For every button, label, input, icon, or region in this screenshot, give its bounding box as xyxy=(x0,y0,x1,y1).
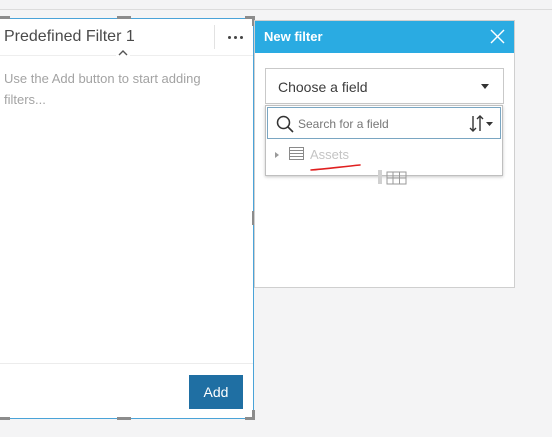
field-search-input[interactable] xyxy=(298,114,458,134)
more-horizontal-icon xyxy=(239,35,243,39)
new-filter-panel: New filter Choose a field Search for a f… xyxy=(254,20,515,288)
resize-handle-top-center[interactable] xyxy=(117,16,131,19)
empty-hint: Use the Add button to start adding filte… xyxy=(4,71,201,107)
resize-handle-bottom-center[interactable] xyxy=(117,417,131,420)
sort-icon xyxy=(469,115,493,132)
title-divider xyxy=(214,25,215,49)
new-filter-title: New filter xyxy=(264,29,323,44)
resize-handle-bottom-left[interactable] xyxy=(0,417,10,420)
empty-state-table-icon xyxy=(378,170,407,185)
top-rule xyxy=(0,9,552,10)
close-icon xyxy=(490,29,505,44)
dataset-label: Assets xyxy=(310,147,350,162)
new-filter-header: New filter xyxy=(255,21,514,53)
choose-field-label: Choose a field xyxy=(278,79,368,95)
footer-divider xyxy=(0,363,253,364)
sort-button[interactable] xyxy=(468,113,498,135)
add-button[interactable]: Add xyxy=(189,375,243,409)
canvas: Predefined Filter 1 Use the Add button t… xyxy=(0,0,552,437)
field-search-box xyxy=(267,107,501,139)
annotation-underline xyxy=(310,164,361,171)
dataset-item-assets[interactable]: Assets xyxy=(266,144,502,168)
caret-down-icon xyxy=(481,84,489,89)
table-icon xyxy=(289,147,304,160)
search-icon xyxy=(276,115,294,133)
resize-handle-bottom-right-side[interactable] xyxy=(252,410,255,420)
card-title: Predefined Filter 1 xyxy=(4,28,135,45)
more-horizontal-icon xyxy=(227,35,231,39)
more-horizontal-icon xyxy=(233,35,237,39)
collapse-button[interactable] xyxy=(116,48,130,58)
resize-handle-top-left[interactable] xyxy=(0,16,10,19)
close-button[interactable] xyxy=(489,28,506,45)
more-options-button[interactable] xyxy=(222,25,248,49)
caret-right-icon[interactable] xyxy=(275,152,279,158)
predefined-filter-card[interactable]: Predefined Filter 1 Use the Add button t… xyxy=(0,18,254,419)
chevron-up-icon xyxy=(118,50,128,56)
choose-field-select[interactable]: Choose a field xyxy=(265,68,504,104)
